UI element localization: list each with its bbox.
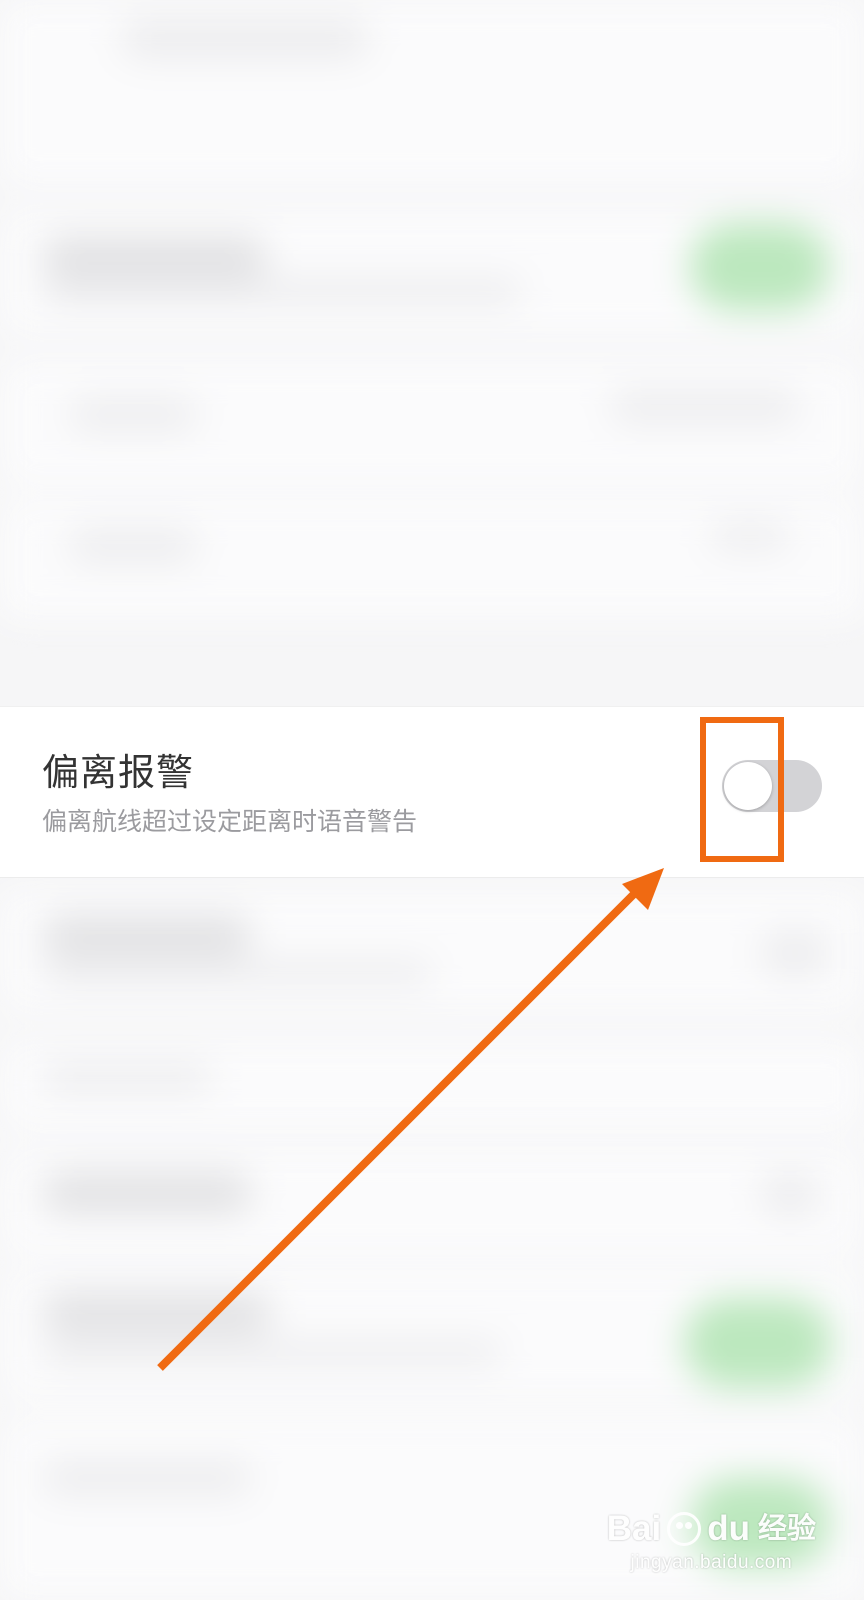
paw-icon <box>667 1512 702 1546</box>
watermark-url: jingyan.baidu.com <box>630 1552 793 1573</box>
deviation-alert-title: 偏离报警 <box>42 751 194 794</box>
toggle-knob[interactable] <box>724 762 772 810</box>
watermark-brand-right: du <box>707 1509 750 1548</box>
arrow-shaft <box>157 891 637 1371</box>
watermark-brand-left: Bai <box>606 1509 662 1548</box>
watermark-chinese-brand: 经验 <box>757 1513 816 1545</box>
deviation-alert-setting-row[interactable]: 偏离报警 偏离航线超过设定距离时语音警告 <box>0 706 864 878</box>
baidu-jingyan-watermark: Bai du 经验 jingyan.baidu.com <box>607 1510 816 1574</box>
deviation-alert-toggle[interactable] <box>722 760 822 812</box>
deviation-alert-description: 偏离航线超过设定距离时语音警告 <box>42 807 418 836</box>
watermark-logo: Bai du 经验 <box>607 1510 816 1548</box>
